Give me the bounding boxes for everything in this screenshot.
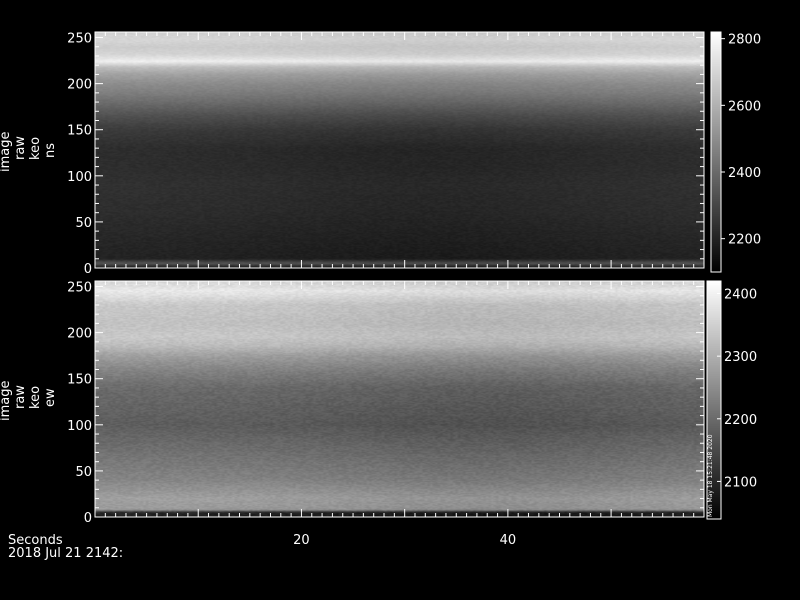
ylabel-ns-line-2: keo (28, 137, 43, 160)
ylabel-ew-line-0: image (0, 381, 13, 422)
xtick-label: 40 (500, 533, 517, 548)
colorbar-tick-label: 2800 (728, 33, 761, 48)
keogram-ns-heatmap (95, 32, 704, 268)
date-line: 2018 Jul 21 2142: (8, 546, 123, 561)
panel-ns: 0 50 100 150 200 250 image raw keo ns 2200 240… (0, 31, 761, 277)
timestamp-stamp: Mon May 18 15:21:48 2020 (707, 434, 714, 517)
colorbar-ns (711, 32, 721, 272)
ytick-label: 0 (84, 511, 92, 526)
ytick-label: 50 (75, 465, 92, 480)
colorbar-tick-label: 2200 (728, 233, 761, 248)
ytick-label: 200 (67, 327, 92, 342)
ytick-label: 100 (67, 419, 92, 434)
colorbar-tick-label: 2400 (728, 166, 761, 181)
ytick-label: 200 (67, 78, 92, 93)
ytick-label: 250 (67, 32, 92, 47)
ytick-label: 250 (67, 281, 92, 296)
panel-ew: 0 50 100 150 200 250 image raw keo ew 2100 220… (0, 280, 757, 526)
colorbar-tick-label: 2100 (724, 475, 757, 490)
ylabel-ns-line-3: ns (43, 143, 58, 158)
colorbar-tick-label: 2200 (724, 413, 757, 428)
colorbar-tick-label: 2600 (728, 99, 761, 114)
ylabel-ew-line-3: ew (43, 388, 58, 407)
ytick-label: 150 (67, 124, 92, 139)
ytick-label: 100 (67, 170, 92, 185)
ytick-label: 50 (75, 216, 92, 231)
colorbar-tick-label: 2400 (724, 288, 757, 303)
colorbar-tick-label: 2300 (724, 350, 757, 365)
ylabel-ew-line-2: keo (28, 386, 43, 409)
ytick-label: 0 (84, 262, 92, 277)
ylabel-ew-line-1: raw (13, 385, 28, 409)
ytick-label: 150 (67, 373, 92, 388)
ylabel-ns-line-0: image (0, 132, 13, 173)
ylabel-ns-line-1: raw (13, 136, 28, 160)
keogram-figure: 050100150200250 image raw keo ns 2200240… (0, 0, 800, 600)
keogram-ew-heatmap (95, 281, 704, 517)
xtick-label: 20 (293, 533, 310, 548)
